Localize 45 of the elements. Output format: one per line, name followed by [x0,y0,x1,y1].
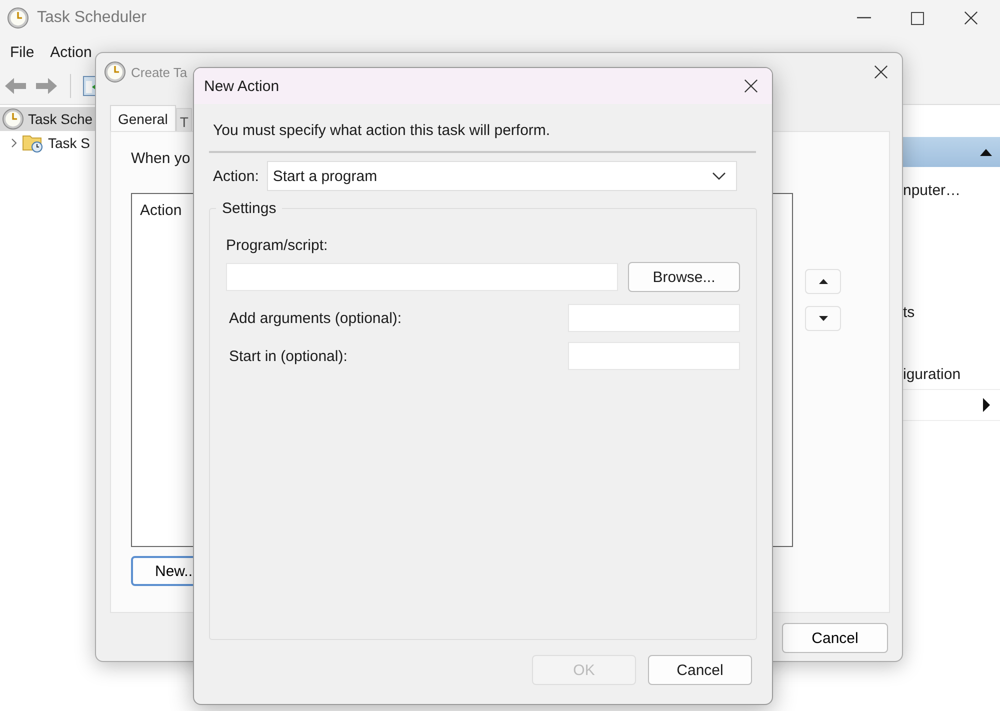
tab[interactable]: General [110,105,176,131]
folder-clock-icon [22,133,44,153]
clock-icon [7,7,29,29]
cancel-button[interactable]: Cancel [782,623,888,653]
action-dropdown[interactable]: Start a program [266,161,737,191]
move-down-button[interactable] [805,306,841,331]
field-label: Start in (optional): [229,348,348,364]
action-item[interactable]: nputer… [903,175,1000,205]
tab[interactable]: T [176,108,192,131]
action-item[interactable]: ts [903,297,1000,327]
maximize-icon[interactable] [911,12,924,24]
input-field[interactable] [568,342,740,370]
input-field[interactable] [226,263,618,291]
action-item[interactable]: iguration [903,359,1000,389]
instruction-text: When yo [131,150,191,167]
field-label: Add arguments (optional): [229,310,402,326]
close-icon[interactable] [874,65,888,79]
field-label: Action: [213,168,259,184]
instruction-text: You must specify what action this task will perform. [213,122,552,139]
down-arrow-icon [818,316,828,321]
dialog-button[interactable]: Cancel [648,655,752,685]
minimize-icon[interactable] [857,17,871,19]
menu-item[interactable]: Action [50,44,92,60]
back-arrow-icon[interactable] [4,76,28,96]
tree-item[interactable]: Task Sche [0,107,95,131]
column-header[interactable]: Action [140,202,182,219]
move-up-button[interactable] [805,269,841,294]
up-arrow-icon [818,279,828,284]
dialog-title: Create Ta [131,64,188,80]
clock-icon [104,61,126,83]
dialog-title: New Action [204,78,280,94]
forward-arrow-icon[interactable] [34,76,58,96]
close-icon[interactable] [744,79,758,93]
chevron-right-icon[interactable] [10,138,18,148]
input-field[interactable] [568,304,740,332]
close-icon[interactable] [964,11,978,25]
menu-item[interactable]: File [10,44,34,60]
submenu-arrow-icon[interactable] [983,398,990,412]
window-title: Task Scheduler [37,9,146,27]
field-label: Program/script: [226,237,329,254]
chevron-down-icon [712,172,726,180]
collapse-arrow-icon[interactable] [980,148,992,156]
browse-button[interactable]: Browse... [628,262,740,292]
tree-item[interactable]: Task S [0,131,92,155]
group-label: Settings [216,200,282,217]
